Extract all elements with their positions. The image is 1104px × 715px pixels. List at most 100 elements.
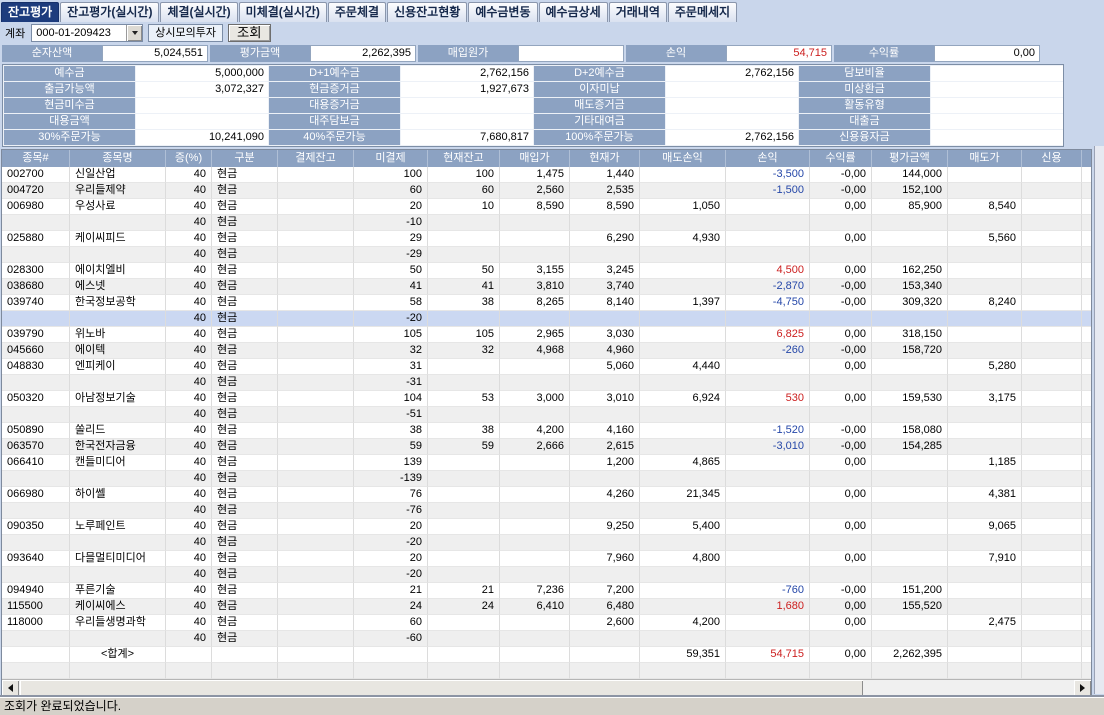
column-header[interactable]: 신용 — [1022, 150, 1082, 167]
summary-value — [518, 45, 624, 62]
table-row[interactable]: 40현금-60 — [2, 631, 1092, 647]
column-header[interactable]: 결제잔고 — [278, 150, 354, 167]
column-header[interactable]: 매입가 — [500, 150, 570, 167]
table-row[interactable]: 115500케이씨에스40현금24246,4106,4801,6800,0015… — [2, 599, 1092, 615]
table-row[interactable]: 093640다믈멀티미디어40현금207,9604,8000,007,910 — [2, 551, 1092, 567]
tab-9[interactable]: 주문메세지 — [668, 2, 737, 22]
cell: 2,262,395 — [872, 647, 948, 663]
table-row[interactable] — [2, 663, 1092, 679]
column-header[interactable]: 대출 — [1082, 150, 1092, 167]
cell: 093640 — [2, 551, 70, 567]
cell: 159,530 — [872, 391, 948, 407]
table-row[interactable]: 050890쏠리드40현금38384,2004,160-1,520-0,0015… — [2, 423, 1092, 439]
tab-1[interactable]: 잔고평가(실시간) — [60, 2, 159, 22]
cell: 4,381 — [948, 487, 1022, 503]
table-body: 002700신일산업40현금1001001,4751,440-3,500-0,0… — [2, 167, 1091, 679]
cell — [1082, 567, 1092, 583]
column-header[interactable]: 수익률 — [810, 150, 872, 167]
tab-8[interactable]: 거래내역 — [609, 2, 667, 22]
table-row[interactable]: 039790위노바40현금1051052,9653,0306,8250,0031… — [2, 327, 1092, 343]
tab-0[interactable]: 잔고평가 — [1, 2, 59, 22]
cell: -760 — [726, 583, 810, 599]
table-row[interactable]: 094940푸른기술40현금21217,2367,200-760-0,00151… — [2, 583, 1092, 599]
column-header[interactable]: 종목명 — [70, 150, 166, 167]
cell: -3,500 — [726, 167, 810, 183]
tab-2[interactable]: 체결(실시간) — [160, 2, 237, 22]
cell — [1022, 407, 1082, 423]
summary-label: 순자산액 — [2, 45, 102, 62]
cell — [570, 375, 640, 391]
table-row[interactable]: 40현금-51 — [2, 407, 1092, 423]
scrollbar-thumb[interactable] — [20, 680, 863, 696]
column-header[interactable]: 평가금액 — [872, 150, 948, 167]
cell: 40 — [166, 567, 212, 583]
table-row[interactable]: 050320아남정보기술40현금104533,0003,0106,9245300… — [2, 391, 1092, 407]
table-row[interactable]: 40현금-10 — [2, 215, 1092, 231]
column-header[interactable]: 현재잔고 — [428, 150, 500, 167]
column-header[interactable]: 매도손익 — [640, 150, 726, 167]
cell: 4,160 — [570, 423, 640, 439]
cell: 현금 — [212, 503, 278, 519]
column-header[interactable]: 현재가 — [570, 150, 640, 167]
cell: 0,00 — [810, 455, 872, 471]
scroll-right-button[interactable] — [1074, 680, 1091, 696]
cell: 3,010 — [570, 391, 640, 407]
table-row[interactable]: 066410캔들미디어40현금1391,2004,8650,001,185 — [2, 455, 1092, 471]
column-header[interactable]: 미결제 — [354, 150, 428, 167]
table-row[interactable]: 028300에이치엘비40현금50503,1553,2454,5000,0016… — [2, 263, 1092, 279]
table-row[interactable]: 40현금-29 — [2, 247, 1092, 263]
table-row[interactable]: 063570한국전자금융40현금59592,6662,615-3,010-0,0… — [2, 439, 1092, 455]
table-row[interactable]: 40현금-20 — [2, 535, 1092, 551]
column-header[interactable]: 구분 — [212, 150, 278, 167]
cell — [70, 215, 166, 231]
cell — [872, 487, 948, 503]
table-row[interactable]: 066980하이쎌40현금764,26021,3450,004,381 — [2, 487, 1092, 503]
table-total-row[interactable]: <합계>59,35154,7150,002,262,395 — [2, 647, 1092, 663]
table-row[interactable]: 048830엔피케이40현금315,0604,4400,005,280 — [2, 359, 1092, 375]
table-row[interactable]: 006980우성사료40현금20108,5908,5901,0500,0085,… — [2, 199, 1092, 215]
cell — [428, 215, 500, 231]
table-row[interactable]: 004720우리들제약40현금60602,5602,535-1,500-0,00… — [2, 183, 1092, 199]
table-row[interactable]: 039740한국정보공학40현금58388,2658,1401,397-4,75… — [2, 295, 1092, 311]
cell — [2, 471, 70, 487]
table-row[interactable]: 002700신일산업40현금1001001,4751,440-3,500-0,0… — [2, 167, 1092, 183]
cell — [2, 247, 70, 263]
cell — [570, 631, 640, 647]
cell — [640, 327, 726, 343]
table-row[interactable]: 045660에이텍40현금32324,9684,960-260-0,00158,… — [2, 343, 1092, 359]
table-row[interactable]: 025880케이씨피드40현금296,2904,9300,005,560 — [2, 231, 1092, 247]
combo-dropdown-button[interactable] — [126, 25, 142, 41]
cell — [1022, 199, 1082, 215]
scroll-left-button[interactable] — [2, 680, 19, 696]
cell: 40 — [166, 231, 212, 247]
cell — [872, 471, 948, 487]
column-header[interactable]: 종목# — [2, 150, 70, 167]
tab-3[interactable]: 미체결(실시간) — [239, 2, 327, 22]
table-row[interactable]: 038680에스넷40현금41413,8103,740-2,870-0,0015… — [2, 279, 1092, 295]
cell: 090350 — [2, 519, 70, 535]
column-header[interactable]: 증(%) — [166, 150, 212, 167]
table-row[interactable]: 40현금-31 — [2, 375, 1092, 391]
cell — [1082, 279, 1092, 295]
query-button[interactable]: 조회 — [228, 24, 271, 42]
tab-6[interactable]: 예수금변동 — [468, 2, 537, 22]
table-row[interactable]: 40현금-139 — [2, 471, 1092, 487]
cell — [354, 647, 428, 663]
table-row[interactable]: 118000우리들생명과학40현금602,6004,2000,002,475 — [2, 615, 1092, 631]
column-header[interactable]: 매도가 — [948, 150, 1022, 167]
cell — [278, 167, 354, 183]
tab-7[interactable]: 예수금상세 — [539, 2, 608, 22]
account-combobox[interactable]: 000-01-209423 — [31, 24, 143, 42]
cell: 8,540 — [948, 199, 1022, 215]
tab-4[interactable]: 주문체결 — [328, 2, 386, 22]
tab-5[interactable]: 신용잔고현황 — [387, 2, 467, 22]
horizontal-scrollbar[interactable] — [2, 679, 1091, 697]
column-header[interactable]: 손익 — [726, 150, 810, 167]
table-row[interactable]: 40현금-20 — [2, 567, 1092, 583]
cell — [640, 503, 726, 519]
vertical-scrollbar-track[interactable] — [1094, 146, 1104, 694]
table-row[interactable]: 090350노루페인트40현금209,2505,4000,009,065 — [2, 519, 1092, 535]
cell: 캔들미디어 — [70, 455, 166, 471]
table-row[interactable]: 40현금-20 — [2, 311, 1092, 327]
table-row[interactable]: 40현금-76 — [2, 503, 1092, 519]
